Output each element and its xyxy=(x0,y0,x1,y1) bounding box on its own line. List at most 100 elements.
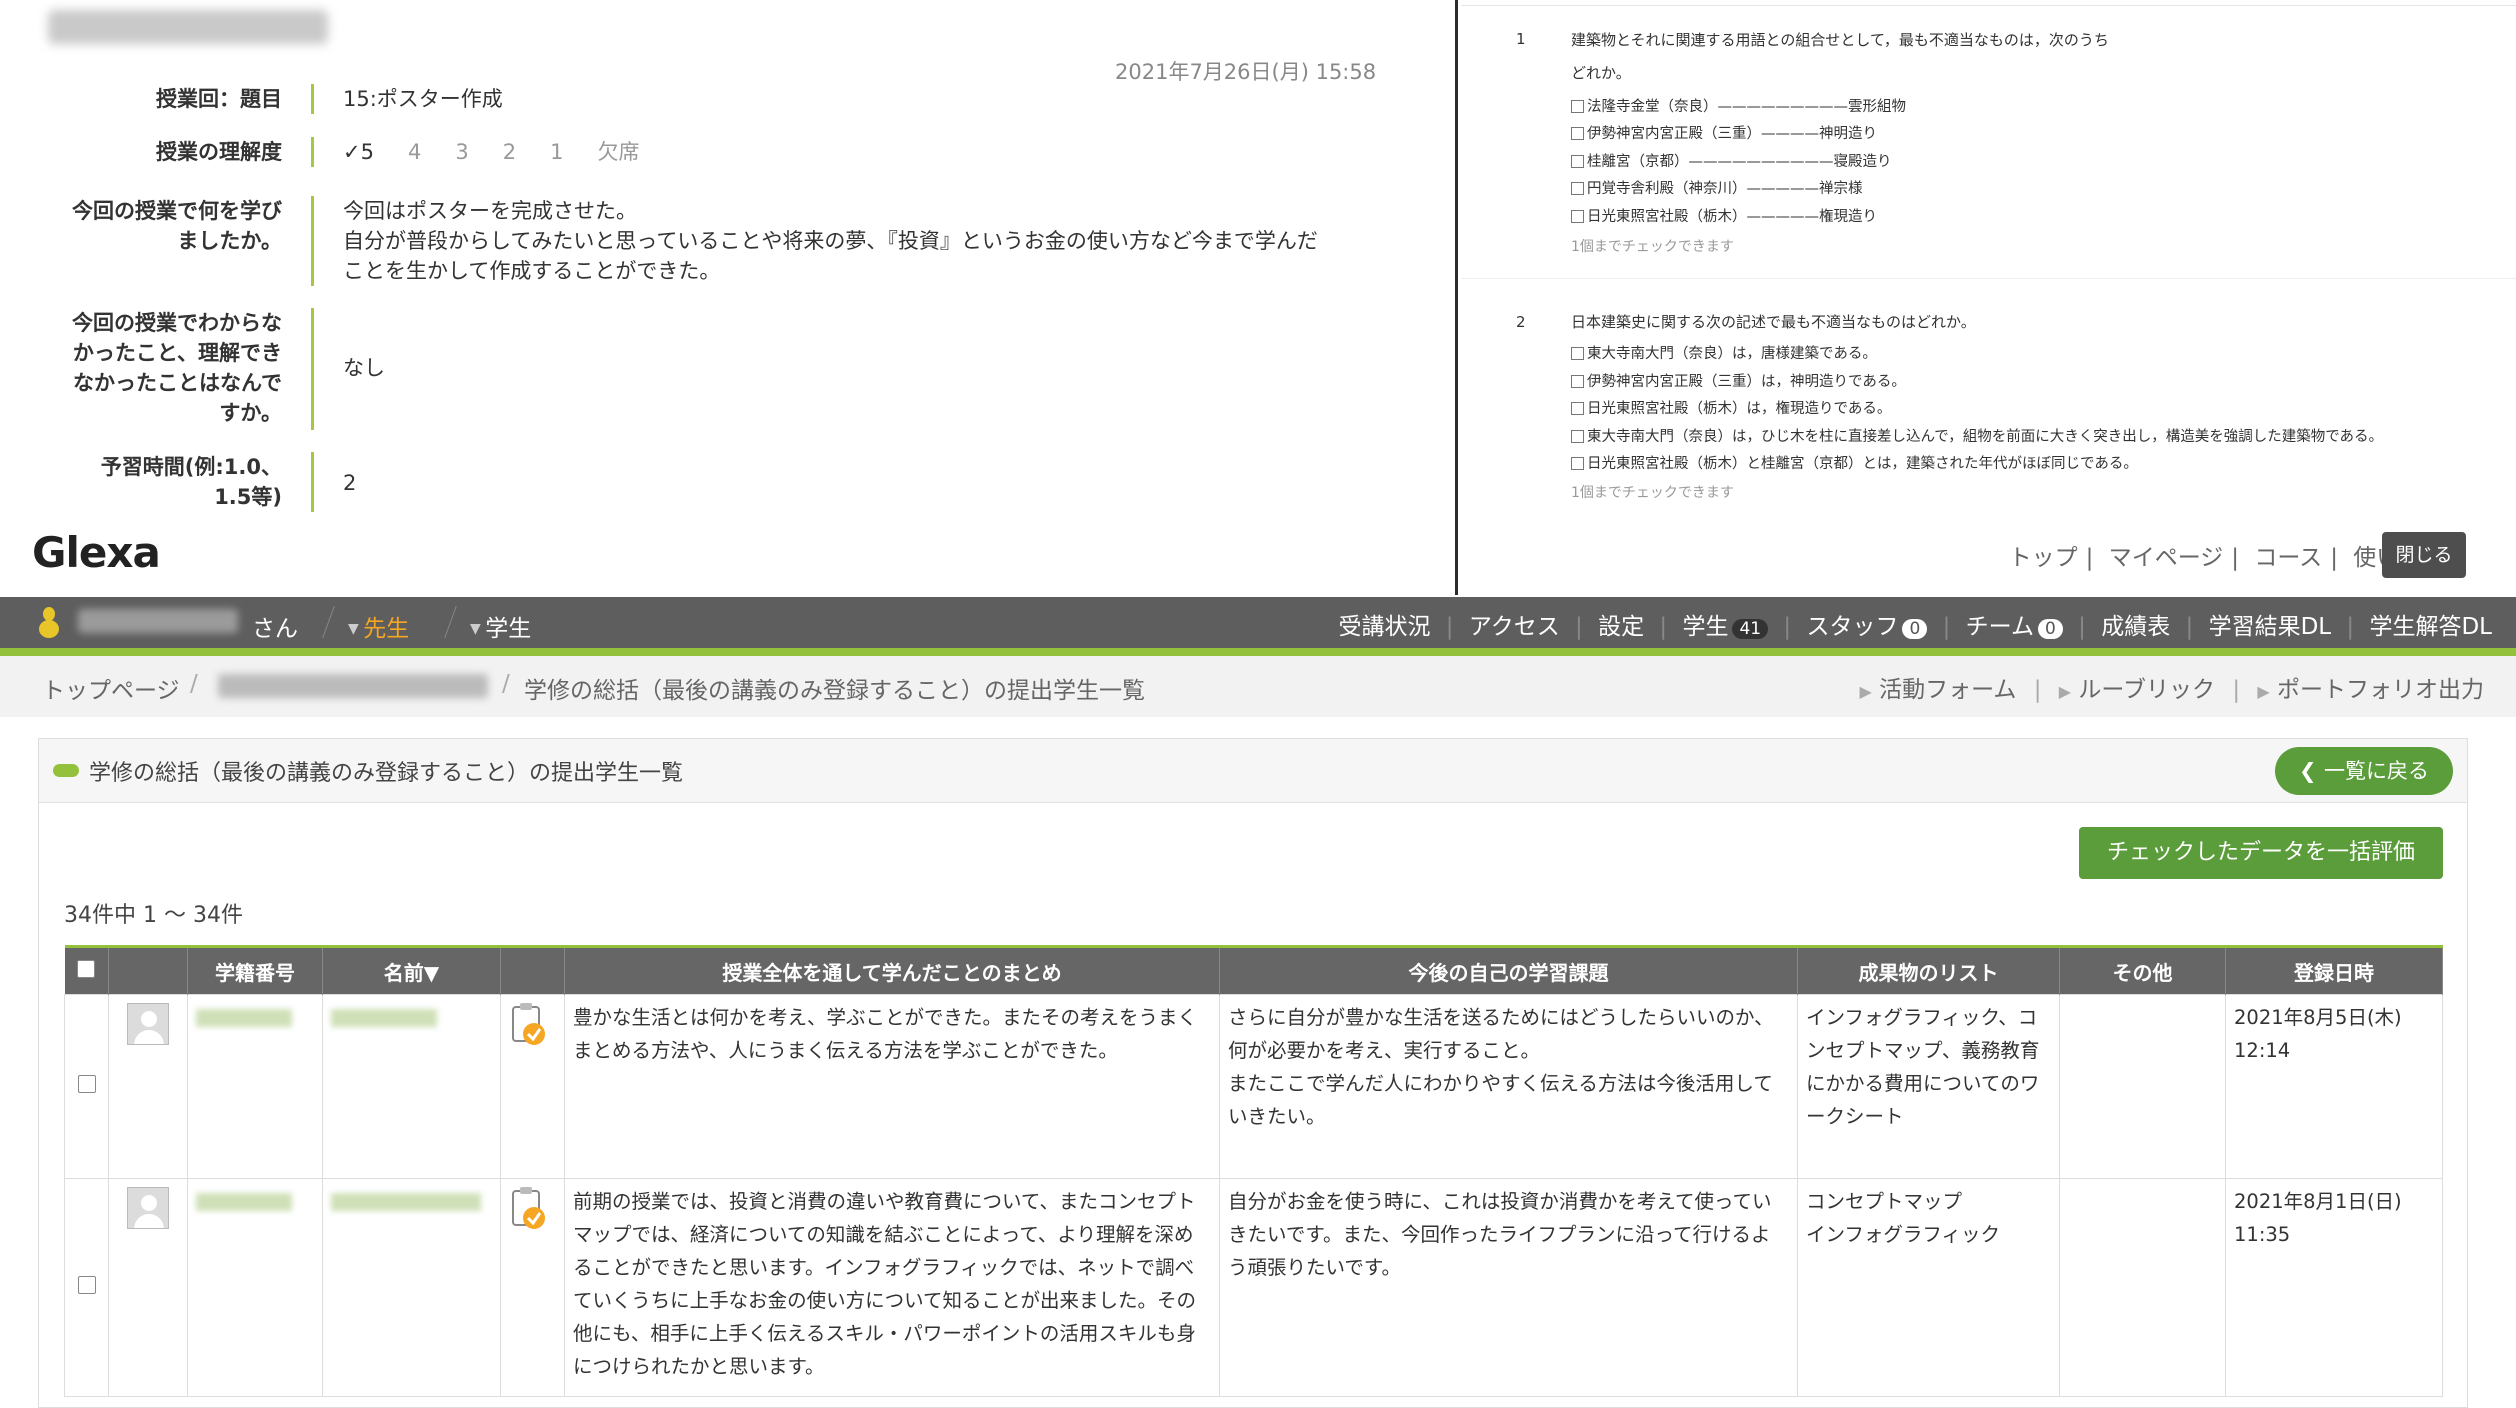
menu-gradebook[interactable]: 成績表 xyxy=(2101,614,2170,640)
menu-students[interactable]: 学生 41 xyxy=(1682,614,1769,640)
quiz-option[interactable]: 日光東照宮社殿（栃木）—————権現造り xyxy=(1571,207,1877,227)
header-other[interactable]: その他 xyxy=(2059,945,2226,995)
option-checkbox[interactable] xyxy=(1571,182,1584,195)
breadcrumb-home[interactable]: トップページ xyxy=(42,671,180,705)
report-date: 2021年7月26日(月) 15:58 xyxy=(1115,60,1377,84)
menu-enrollment[interactable]: 受講状況 xyxy=(1338,614,1430,640)
avatar-cell xyxy=(108,994,188,1179)
chevron-left-icon: ❮ xyxy=(2299,759,2324,783)
breadcrumb-course-blurred[interactable] xyxy=(218,674,488,698)
field-divider xyxy=(311,84,314,114)
rating-option: 1 xyxy=(550,140,564,164)
result-count: 34件中 1 ～ 34件 xyxy=(64,903,243,928)
header-artifacts[interactable]: 成果物のリスト xyxy=(1797,945,2060,995)
header-name[interactable]: 名前▼ xyxy=(322,945,501,995)
top-navigation: トップ| マイページ| コース| 使い方| xyxy=(2001,538,2438,572)
role-teacher[interactable]: ▼ 先生 xyxy=(348,609,409,643)
row-checkbox[interactable] xyxy=(77,1075,96,1093)
menu-staff[interactable]: スタッフ 0 xyxy=(1806,614,1928,640)
portfolio-export-link[interactable]: ポートフォリオ出力 xyxy=(2277,677,2484,703)
submission-table: 学籍番号 名前▼ 授業全体を通して学んだことのまとめ 今後の自己の学習課題 成果… xyxy=(64,945,2443,1397)
submission-list-panel: 学修の総括（最後の講義のみ登録すること）の提出学生一覧 ❮ 一覧に戻る チェック… xyxy=(38,738,2468,1408)
nav-link-top[interactable]: トップ xyxy=(2009,545,2078,571)
option-checkbox[interactable] xyxy=(1571,155,1584,168)
field-label-topic: 授業回：題目 xyxy=(156,87,282,111)
header-date[interactable]: 登録日時 xyxy=(2225,945,2443,995)
option-checkbox[interactable] xyxy=(1571,210,1584,223)
quiz-option[interactable]: 日光東照宮社殿（栃木）と桂離宮（京都）とは，建築された年代がほぼ同じである。 xyxy=(1571,454,2138,474)
row-select[interactable] xyxy=(64,1178,109,1397)
team-count-badge: 0 xyxy=(2037,619,2063,639)
table-header-row: 学籍番号 名前▼ 授業全体を通して学んだことのまとめ 今後の自己の学習課題 成果… xyxy=(64,945,2443,995)
option-checkbox[interactable] xyxy=(1571,375,1584,388)
panel-header: 学修の総括（最後の講義のみ登録すること）の提出学生一覧 ❮ 一覧に戻る xyxy=(39,739,2467,803)
evaluated-clipboard-icon[interactable] xyxy=(509,1185,549,1235)
quiz-option[interactable]: 東大寺南大門（奈良）は，ひじ木を柱に直接差し込んで，組物を前面に大きく突き出し，… xyxy=(1571,427,2383,447)
header-summary[interactable]: 授業全体を通して学んだことのまとめ xyxy=(564,945,1220,995)
breadcrumb-current: 学修の総括（最後の講義のみ登録すること）の提出学生一覧 xyxy=(524,678,1145,704)
staff-count-badge: 0 xyxy=(1902,619,1928,639)
rubric-link[interactable]: ルーブリック xyxy=(2078,677,2215,703)
report-panel: 2021年7月26日(月) 15:58 授業回：題目 15:ポスター作成 授業の… xyxy=(0,0,1458,595)
student-name-blurred[interactable] xyxy=(331,1009,437,1027)
option-checkbox[interactable] xyxy=(1571,127,1584,140)
header-future-task[interactable]: 今後の自己の学習課題 xyxy=(1219,945,1798,995)
row-checkbox[interactable] xyxy=(77,1276,96,1294)
table-row[interactable]: 豊かな生活とは何かを考え、学ぶことができた。またその考えをうまくまとめる方法や、… xyxy=(64,994,2443,1179)
artifacts-cell: コンセプトマップ インフォグラフィック xyxy=(1797,1178,2060,1397)
avatar xyxy=(127,1003,169,1045)
panel-title: 学修の総括（最後の講義のみ登録すること）の提出学生一覧 xyxy=(89,761,684,786)
nav-link-mypage[interactable]: マイページ xyxy=(2109,545,2224,571)
quiz-option[interactable]: 日光東照宮社殿（栃木）は，権現造りである。 xyxy=(1571,399,1891,419)
quiz-option[interactable]: 東大寺南大門（奈良）は，唐様建築である。 xyxy=(1571,344,1877,364)
question-number: 1 xyxy=(1516,30,1526,48)
field-divider xyxy=(311,196,314,286)
date-cell: 2021年8月1日(日) 11:35 xyxy=(2225,1178,2443,1397)
summary-cell: 前期の授業では、投資と消費の違いや教育費について、またコンセプトマップでは、経済… xyxy=(564,1178,1220,1397)
quiz-option[interactable]: 伊勢神宮内宮正殿（三重）は，神明造りである。 xyxy=(1571,372,1906,392)
student-id-cell xyxy=(187,1178,323,1397)
understanding-rating: ✓5 4 3 2 1 欠席 xyxy=(343,137,1328,167)
rating-option: ✓5 xyxy=(343,140,374,164)
role-student[interactable]: ▼ 学生 xyxy=(470,609,531,643)
option-checkbox[interactable] xyxy=(1571,100,1584,113)
row-select[interactable] xyxy=(64,994,109,1179)
back-to-list-button[interactable]: ❮ 一覧に戻る xyxy=(2275,747,2453,795)
student-name-cell xyxy=(322,994,501,1179)
activity-form-link[interactable]: 活動フォーム xyxy=(1879,677,2016,703)
date-cell: 2021年8月5日(木) 12:14 xyxy=(2225,994,2443,1179)
rating-option: 2 xyxy=(502,140,517,164)
menu-team[interactable]: チーム 0 xyxy=(1966,614,2063,640)
rating-option: 4 xyxy=(407,140,422,164)
accent-line xyxy=(0,648,2516,656)
quiz-option[interactable]: 法隆寺金堂（奈良）—————————雲形組物 xyxy=(1571,97,1906,117)
menu-access[interactable]: アクセス xyxy=(1469,614,1560,640)
avatar xyxy=(127,1187,169,1229)
quiz-option[interactable]: 伊勢神宮内宮正殿（三重）————神明造り xyxy=(1571,124,1877,144)
field-value-prep-time: 2 xyxy=(343,471,357,495)
student-name-blurred[interactable] xyxy=(331,1193,481,1211)
glexa-logo: Glexa xyxy=(32,528,161,577)
bulk-evaluate-button[interactable]: チェックしたデータを一括評価 xyxy=(2079,827,2443,879)
field-divider xyxy=(311,452,314,512)
close-button[interactable]: 閉じる xyxy=(2382,532,2466,578)
option-checkbox[interactable] xyxy=(1571,430,1584,443)
report-title-blurred xyxy=(48,10,328,44)
quiz-option[interactable]: 円覚寺舎利殿（神奈川）—————禅宗様 xyxy=(1571,179,1863,199)
menu-settings[interactable]: 設定 xyxy=(1598,614,1644,640)
quiz-panel: 1 建築物とそれに関連する用語との組合せとして，最も不適当なものは，次のうち ど… xyxy=(1461,0,2516,595)
select-all-header[interactable] xyxy=(64,945,109,995)
menu-learning-download[interactable]: 学習結果DL xyxy=(2209,614,2332,640)
option-checkbox[interactable] xyxy=(1571,457,1584,470)
table-row[interactable]: 前期の授業では、投資と消費の違いや教育費について、またコンセプトマップでは、経済… xyxy=(64,1178,2443,1397)
nav-link-course[interactable]: コース xyxy=(2254,545,2322,571)
other-cell xyxy=(2059,994,2226,1179)
option-checkbox[interactable] xyxy=(1571,402,1584,415)
option-checkbox[interactable] xyxy=(1571,347,1584,360)
header-student-id[interactable]: 学籍番号 xyxy=(187,945,323,995)
evaluated-clipboard-icon[interactable] xyxy=(509,1001,549,1051)
menu-answers-download[interactable]: 学生解答DL xyxy=(2369,614,2492,640)
user-bar: さん ▼ 先生 ▼ 学生 受講状況 | アクセス | 設定 | 学生 41 | ス… xyxy=(0,597,2516,648)
quiz-option[interactable]: 桂離宮（京都）——————————寝殿造り xyxy=(1571,152,1892,172)
select-all-checkbox[interactable] xyxy=(77,960,96,978)
